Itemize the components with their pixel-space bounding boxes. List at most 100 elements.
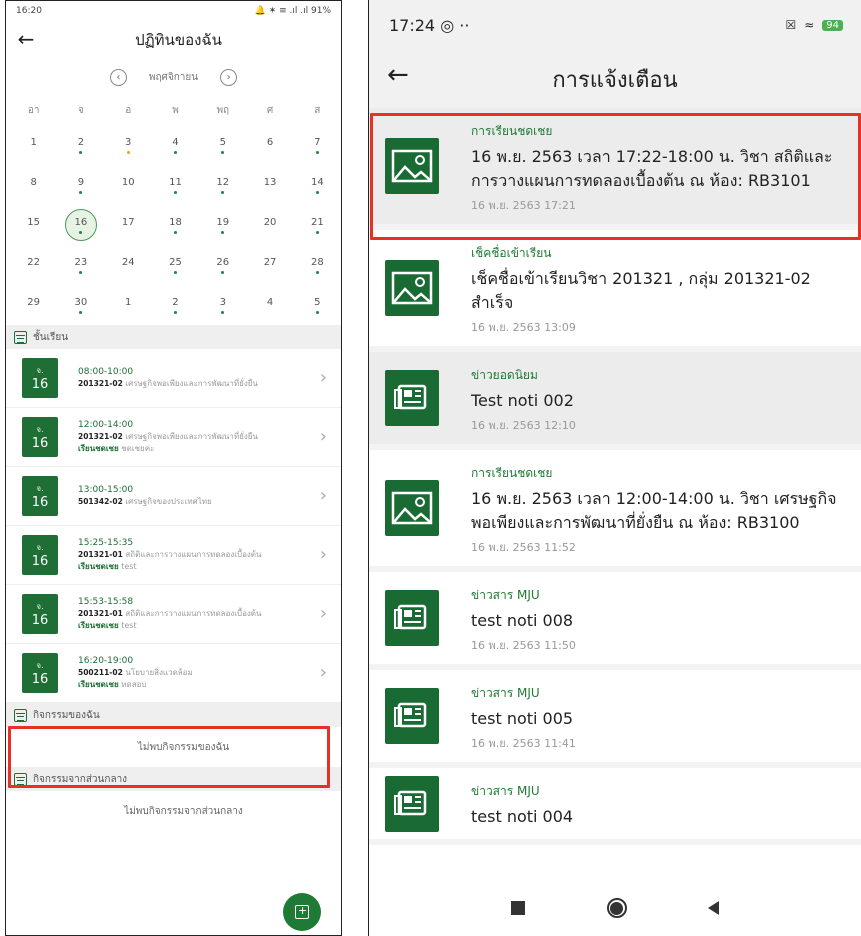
prev-month-icon[interactable]: ‹ <box>109 68 127 86</box>
recents-icon[interactable] <box>510 901 525 915</box>
section-activities-label: กิจกรรมของฉัน <box>33 709 100 721</box>
section-central-header: กิจกรรมจากส่วนกลาง <box>6 767 341 791</box>
home-icon[interactable] <box>606 898 627 918</box>
event-dot <box>32 151 35 154</box>
notification-item[interactable]: การเรียนชดเชย 16 พ.ย. 2563 เวลา 12:00-14:… <box>369 450 861 572</box>
calendar-day[interactable]: 2 <box>152 285 199 325</box>
event-dot <box>79 190 83 194</box>
event-dot <box>315 150 319 154</box>
status-time-text: 17:24 <box>389 15 436 35</box>
calendar-day[interactable]: 30 <box>57 285 104 325</box>
calendar-day[interactable]: 6 <box>246 125 293 165</box>
notification-item[interactable]: ข่าวยอดนิยม Test noti 002 16 พ.ย. 2563 12:… <box>369 352 861 450</box>
calendar-day[interactable]: 24 <box>105 245 152 285</box>
day-number: 25 <box>169 256 182 268</box>
calendar-day[interactable]: 5 <box>199 125 246 165</box>
calendar-day[interactable]: 4 <box>152 125 199 165</box>
notification-item[interactable]: ข่าวสาร MJU test noti 004 <box>369 768 861 845</box>
makeup-line: เรียนชดเชย test <box>78 561 261 573</box>
class-line: 501342-02 เศรษฐกิจของประเทศไทย <box>78 496 212 508</box>
calendar-day[interactable]: 29 <box>10 285 57 325</box>
notification-item[interactable]: การเรียนชดเชย 16 พ.ย. 2563 เวลา 17:22-18:… <box>369 108 861 230</box>
calendar-day[interactable]: 20 <box>246 205 293 245</box>
notification-item[interactable]: เช็คชื่อเข้าเรียน เช็คชื่อเข้าเรียนวิชา 2… <box>369 230 861 352</box>
calendar-day[interactable]: 1 <box>10 125 57 165</box>
calendar-day[interactable]: 28 <box>294 245 341 285</box>
day-number: 3 <box>219 296 226 308</box>
status-time: 17:24 ◎ ·· <box>389 16 469 35</box>
notification-item[interactable]: ข่าวสาร MJU test noti 005 16 พ.ย. 2563 11:… <box>369 670 861 768</box>
back-arrow-icon[interactable]: ← <box>14 27 38 51</box>
calendar-day[interactable]: 13 <box>246 165 293 205</box>
calendar-day[interactable]: 22 <box>10 245 57 285</box>
day-number: 11 <box>169 176 182 188</box>
calendar-day[interactable]: 14 <box>294 165 341 205</box>
back-arrow-icon[interactable]: ← <box>387 60 417 90</box>
class-item[interactable]: จ. 16 16:20-19:00 500211-02 นโยบายสิ่งแวดล้… <box>6 644 341 703</box>
weekday-label: ส <box>314 104 321 116</box>
calendar-day[interactable]: 10 <box>105 165 152 205</box>
class-line: 500211-02 นโยบายสิ่งแวดล้อม <box>78 667 193 679</box>
empty-activities: ไม่พบกิจกรรมของฉัน <box>137 741 230 753</box>
event-dot <box>32 231 35 234</box>
notification-text: ข่าวยอดนิยม Test noti 002 16 พ.ย. 2563 12:… <box>455 352 861 444</box>
notification-category: เช็คชื่อเข้าเรียน <box>471 246 552 260</box>
day-number: 3 <box>125 136 132 148</box>
month-navigator: ‹ พฤศจิกายน › <box>6 59 341 95</box>
calendar-day[interactable]: 3 <box>105 125 152 165</box>
calendar-day[interactable]: 19 <box>199 205 246 245</box>
calendar-day[interactable]: 4 <box>246 285 293 325</box>
class-item[interactable]: จ. 16 13:00-15:00 501342-02 เศรษฐกิจของประเ… <box>6 467 341 526</box>
calendar-day[interactable]: 12 <box>199 165 246 205</box>
calendar-add-icon <box>295 904 309 919</box>
chevron-right-icon: › <box>319 485 327 506</box>
status-bar: 17:24 ◎ ·· ☒ ≈ 94 <box>369 0 861 50</box>
badge-weekday: จ. <box>36 602 44 611</box>
badge-weekday: จ. <box>36 661 44 670</box>
calendar-day-selected[interactable]: 16 <box>57 205 104 245</box>
next-month-icon[interactable]: › <box>220 68 238 86</box>
calendar-day[interactable]: 5 <box>294 285 341 325</box>
event-dot <box>269 191 272 194</box>
calendar-day[interactable]: 15 <box>10 205 57 245</box>
class-item[interactable]: จ. 16 08:00-10:00 201321-02 เศรษฐกิจพอเพียง… <box>6 349 341 408</box>
status-icons: ☒ ≈ 94 <box>785 18 843 32</box>
calendar-day[interactable]: 1 <box>105 285 152 325</box>
notification-thumb <box>385 572 455 664</box>
calendar-day[interactable]: 2 <box>57 125 104 165</box>
day-number: 12 <box>216 176 230 188</box>
calendar-day[interactable]: 25 <box>152 245 199 285</box>
calendar-day[interactable]: 21 <box>294 205 341 245</box>
badge-weekday: จ. <box>36 425 44 434</box>
notification-item[interactable]: ข่าวสาร MJU test noti 008 16 พ.ย. 2563 11:… <box>369 572 861 670</box>
event-dot <box>315 270 319 274</box>
calendar-day[interactable]: 3 <box>199 285 246 325</box>
calendar-day[interactable]: 9 <box>57 165 104 205</box>
class-time: 15:25-15:35 <box>78 538 134 548</box>
day-number: 27 <box>263 256 277 268</box>
day-number: 5 <box>314 296 321 308</box>
add-activity-button[interactable] <box>283 893 321 931</box>
class-item[interactable]: จ. 16 15:25-15:35 201321-01 สถิติและการวางแ… <box>6 526 341 585</box>
makeup-note: test <box>121 621 137 630</box>
calendar-day[interactable]: 17 <box>105 205 152 245</box>
calendar-icon <box>14 330 27 344</box>
class-code: 201321-01 <box>78 609 123 618</box>
calendar-day[interactable]: 27 <box>246 245 293 285</box>
status-bar: 16:20 🔔 ✶ ≡ .ıl .ıl 91% <box>6 1 341 21</box>
calendar-day[interactable]: 26 <box>199 245 246 285</box>
calendar-day[interactable]: 23 <box>57 245 104 285</box>
class-item[interactable]: จ. 16 12:00-14:00 201321-02 เศรษฐกิจพอเพียง… <box>6 408 341 467</box>
calendar-day[interactable]: 8 <box>10 165 57 205</box>
calendar-day[interactable]: 11 <box>152 165 199 205</box>
calendar-day[interactable]: 18 <box>152 205 199 245</box>
status-icons: 🔔 ✶ ≡ .ıl .ıl 91% <box>254 6 331 16</box>
notification-thumb <box>385 670 455 762</box>
date-badge: จ. 16 <box>22 535 58 575</box>
class-name: เศรษฐกิจของประเทศไทย <box>125 497 212 506</box>
day-number: 17 <box>121 216 135 228</box>
back-icon[interactable] <box>708 901 720 915</box>
day-number: 9 <box>77 176 85 188</box>
class-item[interactable]: จ. 16 15:53-15:58 201321-01 สถิติและการวางแ… <box>6 585 341 644</box>
calendar-day[interactable]: 7 <box>294 125 341 165</box>
